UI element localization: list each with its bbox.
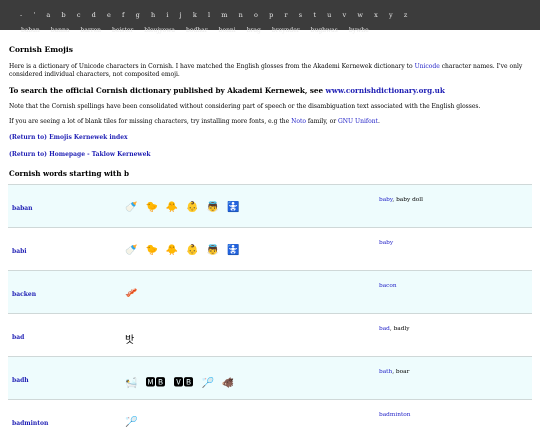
gloss-link[interactable]: bad bbox=[379, 326, 390, 332]
return-home-link[interactable]: (Return to) Homepage - Taklow Kernewek bbox=[9, 151, 151, 158]
top-navigation-bar: - ' a b c d e f g h i j k l m n o p r s t u v w x y z baban banna ba… bbox=[0, 0, 540, 34]
emoji-glyph: 👼 bbox=[206, 202, 220, 213]
table-row: badminton 🏸 badminton bbox=[8, 399, 532, 443]
word-index: baban banna barren beister bleujyowa bodhar bo… bbox=[21, 17, 380, 36]
gloss-link[interactable]: bath bbox=[379, 369, 392, 375]
cornish-word-link[interactable]: badminton bbox=[12, 420, 48, 427]
emoji-glyph: 🥓 bbox=[125, 288, 138, 299]
intro-text-1: Here is a dictionary of Unicode characte… bbox=[9, 63, 415, 70]
word-index-link[interactable]: bywhe bbox=[349, 26, 369, 36]
unicode-link[interactable]: Unicode bbox=[415, 63, 440, 70]
gloss-link[interactable]: baby bbox=[379, 240, 393, 246]
gloss-extra: , badly bbox=[389, 326, 410, 332]
gloss-link[interactable]: bacon bbox=[379, 283, 397, 289]
note-paragraph: Note that the Cornish spellings have bee… bbox=[9, 103, 481, 110]
emoji-glyph: 🚼 bbox=[227, 202, 240, 213]
emoji-glyph: 👶 bbox=[186, 245, 199, 256]
noto-link[interactable]: Noto bbox=[291, 118, 306, 125]
fonts-text-2: family, or bbox=[305, 118, 339, 125]
emoji-glyph: 🛀 bbox=[125, 378, 138, 389]
gloss-link[interactable]: badminton bbox=[379, 412, 411, 418]
word-index-link[interactable]: bodhar bbox=[186, 26, 208, 36]
english-gloss: baby, baby doll bbox=[379, 197, 423, 203]
emoji-list: 밧 bbox=[125, 331, 142, 346]
cornish-word-link[interactable]: babi bbox=[12, 248, 27, 255]
fonts-text-3: . bbox=[377, 118, 380, 125]
table-row: baban 🍼 🐤 🐥 👶 👼 🚼 baby, baby doll bbox=[8, 184, 532, 228]
word-index-link[interactable]: brag bbox=[247, 26, 261, 36]
letter-link[interactable]: y bbox=[389, 10, 393, 21]
emoji-glyph: 🆅🅱 bbox=[173, 378, 194, 389]
word-index-link[interactable]: bughwas bbox=[311, 26, 338, 36]
emoji-list: 🍼 🐤 🐥 👶 👼 🚼 bbox=[125, 245, 248, 256]
table-row: backen 🥓 bacon bbox=[8, 270, 532, 314]
page-title: Cornish Emojis bbox=[9, 45, 73, 54]
search-heading-text: To search the official Cornish dictionar… bbox=[9, 86, 326, 95]
emoji-glyph: 🐥 bbox=[165, 245, 179, 256]
emoji-glyph: 🐥 bbox=[165, 202, 179, 213]
emoji-glyph: 👼 bbox=[206, 245, 220, 256]
word-index-link[interactable]: baban bbox=[21, 26, 40, 36]
word-index-link[interactable]: bleujyowa bbox=[144, 26, 175, 36]
table-row: badh 🛀 🅼🅱 🆅🅱 🏸 🐗 bath, boar bbox=[8, 356, 532, 400]
intro-paragraph: Here is a dictionary of Unicode characte… bbox=[9, 63, 529, 79]
cornish-word-link[interactable]: badh bbox=[12, 377, 29, 384]
english-gloss: bath, boar bbox=[379, 369, 409, 375]
gnu-unifont-link[interactable]: GNU Unifont bbox=[338, 118, 378, 125]
cornish-dictionary-link[interactable]: www.cornishdictionary.org.uk bbox=[326, 86, 445, 95]
emoji-list: 🍼 🐤 🐥 👶 👼 🚼 bbox=[125, 202, 248, 213]
emoji-glyph: 🏸 bbox=[125, 417, 138, 428]
word-index-link[interactable]: beister bbox=[112, 26, 133, 36]
table-row: bad 밧 bad, badly bbox=[8, 313, 532, 357]
gloss-extra: , baby doll bbox=[392, 197, 423, 203]
letter-index: - ' a b c d e f g h i j k l m n o p r s t u v w x y z bbox=[20, 2, 419, 19]
emoji-glyph: 👶 bbox=[186, 202, 199, 213]
word-index-link[interactable]: banna bbox=[51, 26, 70, 36]
emoji-glyph: 🚼 bbox=[227, 245, 240, 256]
letter-link[interactable]: z bbox=[404, 10, 407, 21]
search-heading: To search the official Cornish dictionar… bbox=[9, 86, 445, 95]
fonts-paragraph: If you are seeing a lot of blank tiles f… bbox=[9, 118, 529, 126]
word-index-link[interactable]: bonni bbox=[219, 26, 236, 36]
english-gloss: bacon bbox=[379, 283, 397, 289]
english-gloss: baby bbox=[379, 240, 393, 246]
emoji-glyph: 🐤 bbox=[145, 245, 158, 256]
cornish-word-link[interactable]: bad bbox=[12, 334, 24, 341]
fonts-text-1: If you are seeing a lot of blank tiles f… bbox=[9, 118, 292, 125]
emoji-list: 🛀 🅼🅱 🆅🅱 🏸 🐗 bbox=[125, 374, 242, 389]
emoji-glyph: 🐗 bbox=[221, 378, 235, 389]
emoji-list: 🏸 bbox=[125, 417, 145, 428]
return-index-link[interactable]: (Return to) Emojis Kernewek index bbox=[9, 134, 128, 141]
word-index-link[interactable]: barren bbox=[80, 26, 101, 36]
emoji-glyph: 🍼 bbox=[125, 245, 138, 256]
gloss-link[interactable]: baby bbox=[379, 197, 392, 203]
emoji-glyph: 🐤 bbox=[145, 202, 158, 213]
emoji-glyph: 🏸 bbox=[201, 378, 214, 389]
cornish-word-link[interactable]: baban bbox=[12, 205, 33, 212]
emoji-glyph: 🅼🅱 bbox=[145, 378, 166, 389]
cornish-word-link[interactable]: backen bbox=[12, 291, 36, 298]
gloss-extra: , boar bbox=[392, 369, 410, 375]
english-gloss: badminton bbox=[379, 412, 411, 418]
english-gloss: bad, badly bbox=[379, 326, 410, 332]
table-row: babi 🍼 🐤 🐥 👶 👼 🚼 baby bbox=[8, 227, 532, 271]
emoji-glyph: 밧 bbox=[125, 335, 135, 346]
emoji-list: 🥓 bbox=[125, 288, 145, 299]
section-heading: Cornish words starting with b bbox=[9, 169, 129, 178]
word-index-link[interactable]: breynder bbox=[272, 26, 300, 36]
emoji-glyph: 🍼 bbox=[125, 202, 138, 213]
